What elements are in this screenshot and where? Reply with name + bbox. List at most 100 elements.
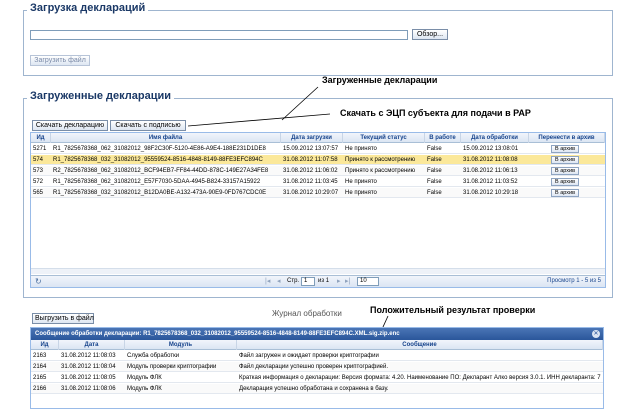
column-header[interactable]: Дата обработки bbox=[461, 133, 529, 143]
page-size-select[interactable]: 10 bbox=[357, 277, 379, 286]
log-cell-module: Модуль проверки криптографии bbox=[127, 364, 217, 370]
column-header[interactable]: Имя файла bbox=[51, 133, 281, 143]
log-cell-id: 2164 bbox=[33, 364, 47, 370]
loaded-legend: Загруженные декларации bbox=[27, 90, 175, 102]
download-signed-button[interactable]: Скачать с подписью bbox=[110, 120, 186, 131]
annotation-loaded: Загруженные декларации bbox=[322, 75, 438, 85]
upload-legend: Загрузка деклараций bbox=[27, 2, 149, 14]
column-header[interactable]: Дата загрузки bbox=[281, 133, 343, 143]
page-input[interactable]: 1 bbox=[301, 277, 315, 286]
last-page-icon[interactable]: ▸| bbox=[345, 277, 350, 285]
annotation-positive: Положительный результат проверки bbox=[370, 305, 536, 315]
cell-filename: R2_7825678368_062_31082012_BCF94EB7-FF84… bbox=[53, 168, 269, 174]
log-cell-date: 31.08.2012 11:08:04 bbox=[61, 364, 116, 370]
log-cell-message: Краткая информация о декларации: Версия … bbox=[239, 375, 601, 381]
cell-upload-date: 31.08.2012 11:06:02 bbox=[283, 168, 338, 174]
cell-id: 573 bbox=[33, 168, 44, 174]
download-declaration-button[interactable]: Скачать декларацию bbox=[32, 120, 108, 131]
log-cell-date: 31.08.2012 11:08:05 bbox=[61, 375, 116, 381]
column-header[interactable]: Модуль bbox=[125, 340, 237, 350]
cell-upload-date: 31.08.2012 11:07:58 bbox=[283, 157, 338, 163]
log-cell-id: 2166 bbox=[33, 386, 47, 392]
cell-upload-date: 15.09.2012 13:07:57 bbox=[283, 146, 339, 152]
cell-processed-date: 31.08.2012 10:29:18 bbox=[463, 190, 519, 196]
prev-page-icon[interactable]: ◂ bbox=[277, 277, 281, 285]
log-row[interactable]: 2163 31.08.2012 11:08:03 Служба обработк… bbox=[31, 351, 603, 361]
cell-filename: R1_7825678368_062_31082012_E57F7030-5DAA… bbox=[53, 179, 261, 185]
cell-upload-date: 31.08.2012 11:03:45 bbox=[283, 179, 338, 185]
log-row[interactable]: 2165 31.08.2012 11:08:05 Модуль ФЛК Крат… bbox=[31, 373, 603, 383]
collapse-icon[interactable]: ✕ bbox=[592, 330, 600, 338]
grid-header: Ид Имя файла Дата загрузки Текущий стату… bbox=[31, 133, 605, 143]
declarations-grid: Ид Имя файла Дата загрузки Текущий стату… bbox=[30, 132, 606, 288]
page-count: из 1 bbox=[318, 278, 330, 284]
file-path-input[interactable] bbox=[30, 30, 408, 40]
archive-button[interactable]: В архив bbox=[551, 189, 579, 197]
log-header: Сообщение обработки декларации: R1_78256… bbox=[31, 328, 603, 340]
first-page-icon[interactable]: |◂ bbox=[265, 277, 270, 285]
pager-summary: Просмотр 1 - 5 из 5 bbox=[547, 278, 601, 284]
cell-id: 574 bbox=[33, 157, 44, 163]
cell-id: 565 bbox=[33, 190, 44, 196]
column-header[interactable]: Дата bbox=[59, 340, 125, 350]
cell-in-work: False bbox=[427, 190, 442, 196]
log-row[interactable]: 2166 31.08.2012 11:08:06 Модуль ФЛК Декл… bbox=[31, 384, 603, 394]
cell-status: Принято к рассмотрению bbox=[345, 168, 416, 174]
log-grid: Сообщение обработки декларации: R1_78256… bbox=[30, 327, 604, 409]
log-row[interactable]: 2164 31.08.2012 11:08:04 Модуль проверки… bbox=[31, 362, 603, 372]
column-header[interactable]: В работе bbox=[425, 133, 461, 143]
cell-filename: R1_7825678368_032_31082012_95559524-8516… bbox=[53, 157, 263, 163]
browse-button[interactable]: Обзор... bbox=[412, 29, 448, 40]
log-cell-id: 2163 bbox=[33, 353, 47, 359]
archive-button[interactable]: В архив bbox=[551, 178, 579, 186]
log-cell-message: Файл загружен и ожидает проверки криптог… bbox=[239, 353, 379, 359]
cell-processed-date: 31.08.2012 11:08:08 bbox=[463, 157, 518, 163]
log-cell-module: Модуль ФЛК bbox=[127, 375, 162, 381]
table-row[interactable]: 572 R1_7825678368_062_31082012_E57F7030-… bbox=[31, 177, 605, 187]
archive-button[interactable]: В архив bbox=[551, 145, 579, 153]
column-header[interactable]: Ид bbox=[31, 133, 51, 143]
table-row[interactable]: 573 R2_7825678368_062_31082012_BCF94EB7-… bbox=[31, 166, 605, 176]
cell-processed-date: 15.09.2012 13:08:01 bbox=[463, 146, 519, 152]
cell-in-work: False bbox=[427, 168, 442, 174]
upload-file-button[interactable]: Загрузить файл bbox=[30, 55, 90, 66]
page-label: Стр. bbox=[287, 278, 300, 284]
log-grid-header: Ид Дата Модуль Сообщение bbox=[31, 340, 603, 350]
cell-status: Не принято bbox=[345, 146, 377, 152]
cell-in-work: False bbox=[427, 179, 442, 185]
export-file-button[interactable]: Выгрузить в файл bbox=[32, 313, 94, 324]
cell-processed-date: 31.08.2012 11:03:52 bbox=[463, 179, 518, 185]
log-cell-module: Служба обработки bbox=[127, 353, 180, 359]
horizontal-scrollbar[interactable] bbox=[31, 268, 605, 274]
cell-status: Не принято bbox=[345, 179, 377, 185]
cell-status: Не принято bbox=[345, 190, 377, 196]
archive-button[interactable]: В архив bbox=[551, 156, 579, 164]
column-header[interactable]: Текущий статус bbox=[343, 133, 425, 143]
upload-fieldset bbox=[23, 10, 613, 76]
log-cell-id: 2165 bbox=[33, 375, 47, 381]
cell-upload-date: 31.08.2012 10:29:07 bbox=[283, 190, 339, 196]
log-cell-date: 31.08.2012 11:08:03 bbox=[61, 353, 116, 359]
cell-processed-date: 31.08.2012 11:06:13 bbox=[463, 168, 518, 174]
refresh-icon[interactable]: ↻ bbox=[35, 277, 42, 286]
cell-id: 5271 bbox=[33, 146, 47, 152]
log-cell-module: Модуль ФЛК bbox=[127, 386, 162, 392]
log-cell-date: 31.08.2012 11:08:06 bbox=[61, 386, 116, 392]
cell-in-work: False bbox=[427, 146, 442, 152]
column-header[interactable]: Сообщение bbox=[237, 340, 603, 350]
table-row[interactable]: 5271 R1_7825678368_062_31082012_98F2C30F… bbox=[31, 144, 605, 154]
cell-id: 572 bbox=[33, 179, 44, 185]
next-page-icon[interactable]: ▸ bbox=[337, 277, 341, 285]
cell-status: Принято к рассмотрению bbox=[345, 157, 416, 163]
archive-button[interactable]: В архив bbox=[551, 167, 579, 175]
cell-in-work: False bbox=[427, 157, 442, 163]
pager-bar: ↻ |◂ ◂ Стр. 1 из 1 ▸ ▸| 10 Просмотр 1 - … bbox=[31, 275, 605, 287]
log-cell-message: Файл декларации успешно проверен криптог… bbox=[239, 364, 389, 370]
column-header[interactable]: Перенести в архив bbox=[529, 133, 605, 143]
log-cell-message: Декларация успешно обработана и сохранен… bbox=[239, 386, 389, 392]
table-row[interactable]: 565 R1_7825678368_032_31082012_B12DA0BE-… bbox=[31, 188, 605, 198]
cell-filename: R1_7825678368_062_31082012_98F2C30F-5120… bbox=[53, 146, 266, 152]
column-header[interactable]: Ид bbox=[31, 340, 59, 350]
table-row[interactable]: 574 R1_7825678368_032_31082012_95559524-… bbox=[31, 155, 605, 165]
annotation-download-sign: Скачать с ЭЦП субъекта для подачи в РАР bbox=[340, 108, 531, 118]
